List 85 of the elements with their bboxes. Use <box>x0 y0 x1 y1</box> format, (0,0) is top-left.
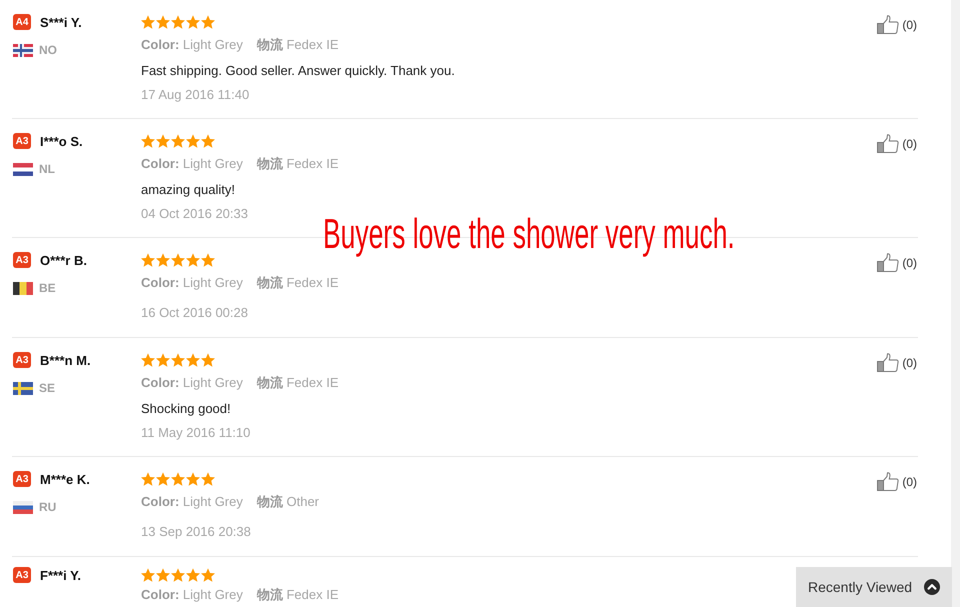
star-icon <box>171 15 185 29</box>
review-comment: amazing quality! <box>141 181 236 199</box>
review-attribute: 物流 Fedex IE <box>256 586 339 604</box>
review-attribute: Color: Light Grey <box>141 374 243 392</box>
star-icon <box>156 353 170 367</box>
review-date: 11 May 2016 11:10 <box>141 424 252 442</box>
helpful-button[interactable]: (0) <box>877 253 917 272</box>
review-date: 16 Oct 2016 00:28 <box>141 304 249 322</box>
thumbs-up-icon <box>877 15 900 34</box>
review-date: 04 Oct 2016 20:33 <box>141 205 249 223</box>
star-icon <box>141 134 155 148</box>
review-attribute: Color: Light Grey <box>141 493 243 511</box>
review-attribute: Color: Light Grey <box>141 586 243 604</box>
helpful-button[interactable]: (0) <box>877 134 917 153</box>
star-icon <box>186 568 200 582</box>
reviewer-name: M***e K. <box>40 472 90 486</box>
star-icon <box>186 353 200 367</box>
review-attribute: 物流 Fedex IE <box>256 155 339 173</box>
star-icon <box>156 15 170 29</box>
review-attribute: 物流 Fedex IE <box>256 374 339 392</box>
country-code: NL <box>39 162 55 176</box>
star-icon <box>156 472 170 486</box>
review-date: 13 Sep 2016 20:38 <box>141 523 252 541</box>
review-comment: Fast shipping. Good seller. Answer quickly. Thank you. <box>141 62 456 80</box>
review-attribute: 物流 Other <box>256 493 319 511</box>
review-attribute: 物流 Fedex IE <box>256 274 339 292</box>
star-icon <box>156 253 170 267</box>
recently-viewed-button[interactable]: Recently Viewed <box>796 567 952 607</box>
star-icon <box>156 568 170 582</box>
star-icon <box>171 472 185 486</box>
review-comment: Shocking good! <box>141 400 232 418</box>
review-attribute: Color: Light Grey <box>141 155 243 173</box>
review-attribute: Color: Light Grey <box>141 274 243 292</box>
reviewer-name: S***i Y. <box>40 14 82 30</box>
star-icon <box>141 253 155 267</box>
review-date: 17 Aug 2016 11:40 <box>141 86 250 104</box>
level-badge: A4 <box>13 14 31 30</box>
star-icon <box>141 353 155 367</box>
flag-icon <box>13 282 33 294</box>
helpful-button[interactable]: (0) <box>877 353 917 372</box>
reviewer-name: I***o S. <box>40 134 83 148</box>
reviewer-name: F***i Y. <box>40 568 81 582</box>
thumbs-up-icon <box>877 472 900 491</box>
reviewer-name: O***r B. <box>40 252 87 268</box>
star-icon <box>171 353 185 367</box>
star-icon <box>201 134 215 148</box>
star-icon <box>201 353 215 367</box>
country-code: SE <box>39 381 56 395</box>
country-code: RU <box>39 500 56 514</box>
level-badge: A3 <box>13 352 31 368</box>
level-badge: A3 <box>13 471 31 487</box>
level-badge: A3 <box>13 252 31 268</box>
review-attribute: Color: Light Grey <box>141 36 243 54</box>
level-badge: A3 <box>13 567 31 583</box>
chevron-up-icon <box>924 579 940 595</box>
thumbs-up-icon <box>877 134 900 153</box>
helpful-button[interactable]: (0) <box>877 472 917 491</box>
star-icon <box>186 15 200 29</box>
level-badge: A3 <box>13 133 31 149</box>
star-icon <box>141 15 155 29</box>
star-icon <box>171 568 185 582</box>
star-icon <box>201 253 215 267</box>
star-icon <box>171 134 185 148</box>
thumbs-up-icon <box>877 353 900 372</box>
review-attribute: 物流 Fedex IE <box>256 36 339 54</box>
star-icon <box>186 134 200 148</box>
star-icon <box>141 568 155 582</box>
star-icon <box>186 472 200 486</box>
flag-icon <box>13 44 33 56</box>
star-icon <box>201 472 215 486</box>
star-icon <box>156 134 170 148</box>
star-icon <box>171 253 185 267</box>
country-code: BE <box>39 281 56 295</box>
thumbs-up-icon <box>877 253 900 272</box>
helpful-button[interactable]: (0) <box>877 15 917 34</box>
star-icon <box>201 15 215 29</box>
flag-icon <box>13 162 33 176</box>
overlay-caption: Buyers love the shower very much. <box>323 210 735 258</box>
star-icon <box>186 253 200 267</box>
star-icon <box>201 568 215 582</box>
reviewer-name: B***n M. <box>40 352 91 368</box>
flag-icon <box>13 382 33 394</box>
flag-icon <box>13 500 33 514</box>
country-code: NO <box>39 43 57 57</box>
star-icon <box>141 472 155 486</box>
